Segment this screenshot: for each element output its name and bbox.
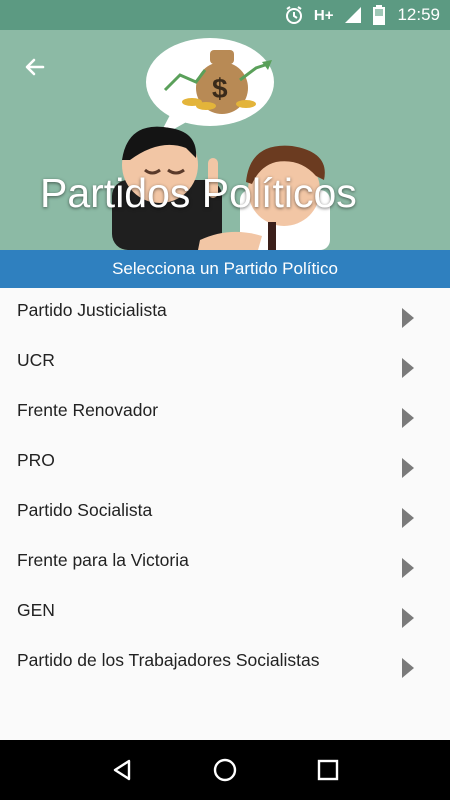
nav-recents-button[interactable] — [303, 745, 353, 795]
party-item-ucr[interactable]: UCR — [0, 340, 450, 390]
party-list: Partido Justicialista UCR Frente Renovad… — [0, 290, 450, 690]
party-label: Frente Renovador — [17, 399, 159, 420]
party-label: Partido Socialista — [17, 499, 153, 520]
header-banner: $ Partidos Políticos — [0, 30, 450, 250]
svg-text:$: $ — [212, 73, 228, 104]
chevron-right-icon — [402, 558, 414, 578]
chevron-right-icon — [402, 358, 414, 378]
recents-square-icon — [318, 759, 339, 781]
chevron-right-icon — [402, 608, 414, 628]
network-type-label: H+ — [313, 6, 334, 24]
select-party-banner: Selecciona un Partido Político — [0, 250, 450, 288]
chevron-right-icon — [402, 658, 414, 678]
signal-icon — [343, 5, 363, 25]
party-item-frente-renovador[interactable]: Frente Renovador — [0, 390, 450, 440]
party-item-pts[interactable]: Partido de los Trabajadores Socialistas — [0, 640, 450, 690]
home-circle-icon — [213, 758, 237, 782]
nav-home-button[interactable] — [200, 745, 250, 795]
chevron-right-icon — [402, 308, 414, 328]
party-label: GEN — [17, 599, 55, 620]
chevron-right-icon — [402, 508, 414, 528]
party-item-partido-justicialista[interactable]: Partido Justicialista — [0, 290, 450, 340]
party-label: Frente para la Victoria — [17, 549, 189, 570]
page-title: Partidos Políticos — [40, 170, 357, 216]
chevron-right-icon — [402, 458, 414, 478]
party-item-gen[interactable]: GEN — [0, 590, 450, 640]
status-bar: H+ 12:59 — [0, 0, 450, 30]
chevron-right-icon — [402, 408, 414, 428]
party-label: UCR — [17, 349, 55, 370]
party-item-frente-para-la-victoria[interactable]: Frente para la Victoria — [0, 540, 450, 590]
handshake-illustration: $ — [112, 38, 330, 250]
battery-icon — [373, 5, 386, 25]
party-item-partido-socialista[interactable]: Partido Socialista — [0, 490, 450, 540]
nav-back-button[interactable] — [97, 745, 147, 795]
clock: 12:59 — [397, 5, 440, 24]
back-triangle-icon — [113, 759, 130, 781]
back-button[interactable] — [18, 50, 52, 84]
system-nav-bar — [0, 740, 450, 800]
alarm-icon — [284, 5, 304, 25]
party-label: Partido Justicialista — [17, 299, 167, 320]
party-item-pro[interactable]: PRO — [0, 440, 450, 490]
party-label: PRO — [17, 449, 55, 470]
arrow-left-icon — [25, 58, 45, 76]
party-label: Partido de los Trabajadores Socialistas — [17, 649, 320, 670]
